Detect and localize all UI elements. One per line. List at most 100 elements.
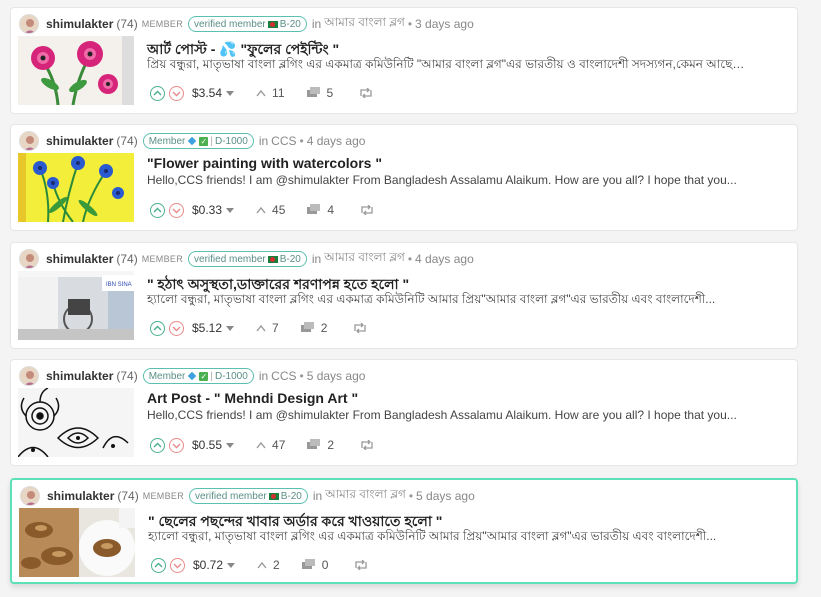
post-thumbnail[interactable]: IBN SINA xyxy=(18,271,134,340)
post-footer: $0.33 45 4 xyxy=(150,201,374,219)
author-name[interactable]: shimulakter xyxy=(47,489,114,503)
avatar[interactable] xyxy=(20,486,40,506)
post-thumbnail[interactable] xyxy=(18,153,134,222)
downvote-icon[interactable] xyxy=(170,557,185,573)
downvote-icon[interactable] xyxy=(169,320,184,336)
post-thumbnail[interactable] xyxy=(18,36,134,105)
avatar[interactable] xyxy=(19,366,39,386)
community-link[interactable]: আমার বাংলা ব্লগ xyxy=(324,14,405,34)
post-excerpt[interactable]: Hello,CCS friends! I am @shimulakter Fro… xyxy=(147,173,747,187)
post-excerpt[interactable]: হ্যালো বন্ধুরা, মাতৃভাষা বাংলা ব্লগিং এর… xyxy=(148,528,748,548)
separator-dot: • xyxy=(408,489,414,503)
community-badge: Member ✓ | D-1000 xyxy=(142,368,254,384)
comments-count[interactable]: 4 xyxy=(307,203,334,217)
post-title[interactable]: Art Post - " Mehndi Design Art " xyxy=(147,390,358,406)
badge-text: verified member xyxy=(194,18,266,30)
badge-text: Member xyxy=(148,135,186,147)
votes-count[interactable]: 7 xyxy=(256,321,279,335)
payout-value[interactable]: $3.54 xyxy=(192,86,222,100)
avatar[interactable] xyxy=(19,14,39,34)
author-name[interactable]: shimulakter xyxy=(46,252,113,266)
post-card[interactable]: shimulakter (74) MEMBER verified member … xyxy=(10,7,798,114)
comments-count[interactable]: 2 xyxy=(307,438,334,452)
author-name[interactable]: shimulakter xyxy=(46,369,113,383)
post-card[interactable]: shimulakter (74) MEMBER verified member … xyxy=(10,242,798,349)
post-title[interactable]: "Flower painting with watercolors " xyxy=(147,155,382,171)
check-icon: ✓ xyxy=(199,371,209,381)
downvote-icon[interactable] xyxy=(169,437,184,453)
post-footer: $0.55 47 2 xyxy=(150,436,374,454)
payout-value[interactable]: $5.12 xyxy=(192,321,222,335)
votes-count[interactable]: 11 xyxy=(256,86,285,100)
post-excerpt[interactable]: Hello,CCS friends! I am @shimulakter Fro… xyxy=(147,408,747,422)
post-time[interactable]: 5 days ago xyxy=(416,489,475,503)
post-time[interactable]: 3 days ago xyxy=(415,17,474,31)
post-time[interactable]: 5 days ago xyxy=(307,369,366,383)
post-footer: $0.72 2 0 xyxy=(151,556,368,574)
upvote-icon[interactable] xyxy=(151,557,166,573)
separator-dot: • xyxy=(299,134,304,148)
votes-value: 11 xyxy=(272,86,285,100)
chevron-down-icon[interactable] xyxy=(226,443,235,448)
reblog-icon[interactable] xyxy=(360,205,374,215)
reblog-icon[interactable] xyxy=(354,560,368,570)
downvote-icon[interactable] xyxy=(169,85,184,101)
reblog-icon[interactable] xyxy=(359,88,373,98)
payout-value[interactable]: $0.33 xyxy=(192,203,222,217)
badge-code: B-20 xyxy=(279,253,301,265)
post-card[interactable]: shimulakter (74) Member ✓ | D-1000 in CC… xyxy=(10,359,798,466)
comments-value: 0 xyxy=(321,558,329,572)
upvote-icon[interactable] xyxy=(150,85,165,101)
post-thumbnail[interactable] xyxy=(19,508,135,577)
avatar[interactable] xyxy=(19,131,39,151)
post-header: shimulakter (74) MEMBER verified member … xyxy=(19,13,474,35)
post-excerpt[interactable]: হ্যালো বন্ধুরা, মাতৃভাষা বাংলা ব্লগিং এর… xyxy=(147,291,747,311)
svg-text:IBN SINA: IBN SINA xyxy=(106,282,132,288)
comments-count[interactable]: 5 xyxy=(306,86,334,100)
comments-icon xyxy=(307,439,321,449)
chevron-down-icon[interactable] xyxy=(227,563,236,568)
in-label: in xyxy=(311,252,322,266)
badge-text: Member xyxy=(148,370,186,382)
community-link[interactable]: আমার বাংলা ব্লগ xyxy=(325,486,406,506)
comments-icon xyxy=(306,87,320,97)
upvote-icon[interactable] xyxy=(150,320,165,336)
chevron-down-icon[interactable] xyxy=(226,91,235,96)
bangladesh-flag-icon xyxy=(267,20,278,28)
upvote-count-icon xyxy=(256,441,266,449)
community-link[interactable]: CCS xyxy=(271,134,296,148)
post-thumbnail[interactable] xyxy=(18,388,134,457)
reblog-icon[interactable] xyxy=(360,440,374,450)
post-time[interactable]: 4 days ago xyxy=(307,134,366,148)
chevron-down-icon[interactable] xyxy=(226,326,235,331)
in-label: in xyxy=(312,489,323,503)
reblog-icon[interactable] xyxy=(353,323,367,333)
post-time[interactable]: 4 days ago xyxy=(415,252,474,266)
author-name[interactable]: shimulakter xyxy=(46,17,113,31)
post-footer: $3.54 11 5 xyxy=(150,84,373,102)
upvote-icon[interactable] xyxy=(150,437,165,453)
payout-value[interactable]: $0.72 xyxy=(193,558,223,572)
votes-count[interactable]: 2 xyxy=(257,558,280,572)
votes-count[interactable]: 47 xyxy=(256,438,285,452)
comments-count[interactable]: 0 xyxy=(301,558,329,572)
avatar[interactable] xyxy=(19,249,39,269)
bangladesh-flag-icon xyxy=(267,255,278,263)
upvote-count-icon xyxy=(257,561,267,569)
community-link[interactable]: আমার বাংলা ব্লগ xyxy=(324,249,405,269)
comments-value: 2 xyxy=(327,438,335,452)
author-name[interactable]: shimulakter xyxy=(46,134,113,148)
chevron-down-icon[interactable] xyxy=(226,208,235,213)
votes-count[interactable]: 45 xyxy=(256,203,285,217)
payout-value[interactable]: $0.55 xyxy=(192,438,222,452)
community-link[interactable]: CCS xyxy=(271,369,296,383)
comments-count[interactable]: 2 xyxy=(300,321,327,335)
downvote-icon[interactable] xyxy=(169,202,184,218)
community-badge: verified member B-20 xyxy=(189,488,308,504)
post-excerpt[interactable]: প্রিয় বন্ধুরা, মাতৃভাষা বাংলা ব্লগিং এর… xyxy=(147,56,747,76)
comments-value: 5 xyxy=(326,86,334,100)
post-card[interactable]: shimulakter (74) MEMBER verified member … xyxy=(10,478,798,584)
post-card[interactable]: shimulakter (74) Member ✓ | D-1000 in CC… xyxy=(10,124,798,231)
upvote-icon[interactable] xyxy=(150,202,165,218)
member-label: MEMBER xyxy=(141,254,184,264)
